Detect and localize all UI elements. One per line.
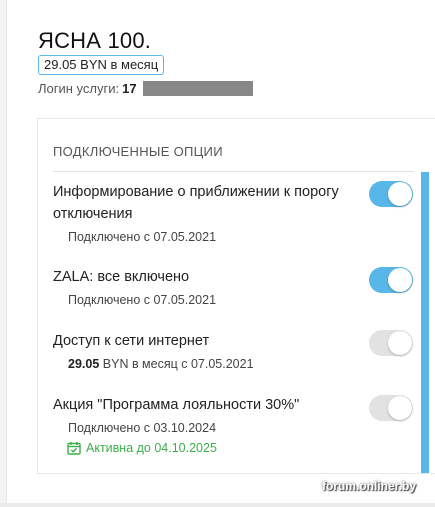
login-row: Логин услуги: 17 [38, 81, 137, 97]
toggle-knob [388, 331, 412, 355]
option-toggle-loyalty[interactable] [369, 395, 413, 421]
toggle-knob [388, 268, 412, 292]
option-active-status: Активна до 04.10.2025 [67, 441, 413, 455]
option-title: Доступ к сети интернет [53, 333, 210, 349]
options-scrollbar[interactable] [421, 172, 429, 473]
option-item-notification: Информирование о приближении к порогу от… [53, 181, 413, 244]
connected-options-panel: ПОДКЛЮЧЕННЫЕ ОПЦИИ Информирование о приб… [37, 118, 435, 474]
option-subtitle: 29.05 BYN в месяц с 07.05.2021 [68, 357, 413, 371]
plan-title: ЯСНА 100. [38, 28, 152, 53]
watermark: forum.onliner.by [321, 479, 416, 493]
option-title: ZALA: все включено [53, 269, 190, 285]
option-item-zala: ZALA: все включено Подключено с 07.05.20… [53, 266, 413, 307]
section-header: ПОДКЛЮЧЕННЫЕ ОПЦИИ [53, 144, 223, 159]
option-price-rest: BYN в месяц с 07.05.2021 [102, 357, 254, 371]
toggle-knob [388, 182, 412, 206]
login-label: Логин услуги: [38, 81, 120, 96]
option-toggle-internet[interactable] [369, 330, 413, 356]
option-price: 29.05 [68, 357, 100, 371]
option-subtitle: Подключено с 03.10.2024 [68, 421, 217, 435]
price-badge: 29.05 BYN в месяц [38, 55, 165, 75]
section-divider [53, 171, 414, 172]
option-item-internet: Доступ к сети интернет 29.05 BYN в месяц… [53, 330, 413, 371]
option-toggle-notification[interactable] [369, 181, 413, 207]
calendar-check-icon [67, 441, 81, 455]
option-item-loyalty: Акция "Программа лояльности 30%" Подключ… [53, 394, 413, 455]
option-title: Информирование о приближении к порогу от… [53, 184, 339, 222]
option-subtitle: Подключено с 07.05.2021 [68, 230, 217, 244]
bottom-edge [0, 503, 435, 507]
option-toggle-zala[interactable] [369, 267, 413, 293]
login-value: 17 [122, 81, 137, 96]
option-title: Акция "Программа лояльности 30%" [53, 397, 300, 413]
option-active-until: Активна до 04.10.2025 [86, 441, 217, 455]
login-redaction [143, 81, 253, 96]
toggle-knob [388, 396, 412, 420]
option-subtitle: Подключено с 07.05.2021 [68, 293, 217, 307]
